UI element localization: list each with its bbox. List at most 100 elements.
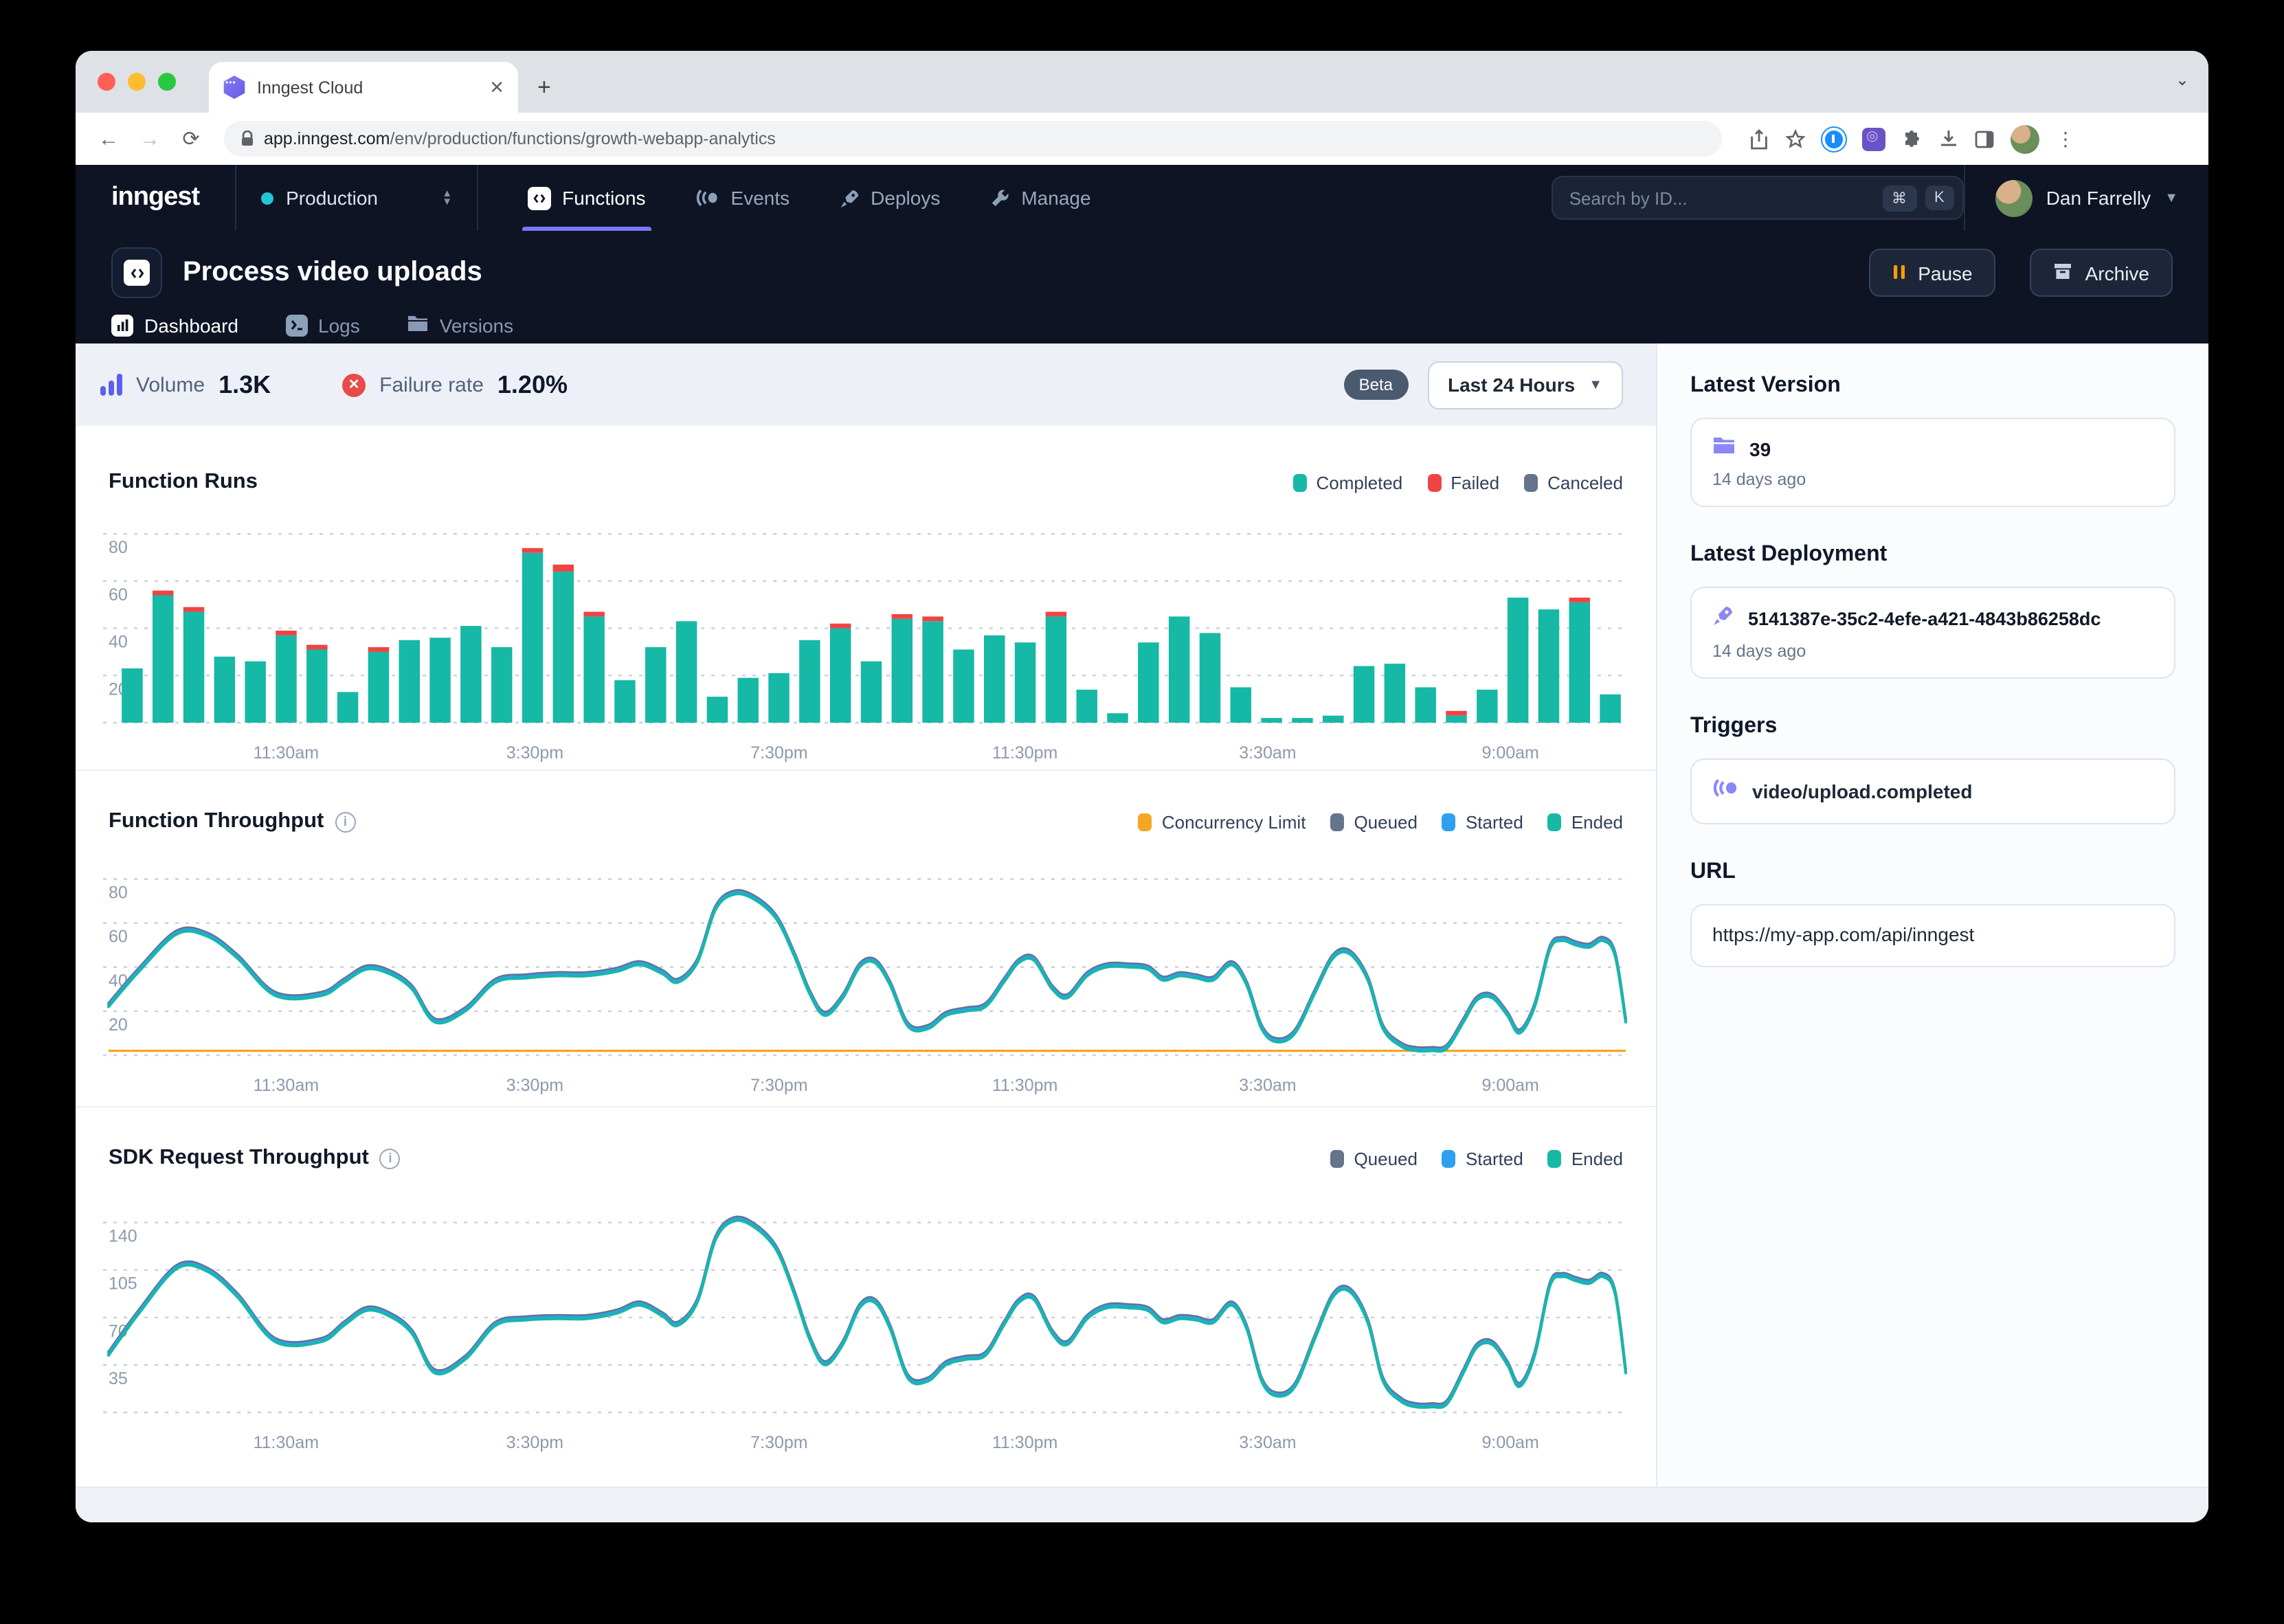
archive-label: Archive xyxy=(2085,262,2149,284)
cmd-key-badge: ⌘ xyxy=(1882,185,1916,211)
events-icon xyxy=(695,188,720,207)
chevron-down-icon: ▼ xyxy=(2164,190,2178,205)
rocket-icon xyxy=(1712,605,1734,633)
legend-label: Ended xyxy=(1571,1148,1623,1169)
bookmark-star-icon[interactable] xyxy=(1785,128,1806,149)
nav-item-label: Manage xyxy=(1021,187,1090,209)
latest-deployment-value: 5141387e-35c2-4efe-a421-4843b86258dc xyxy=(1748,609,2101,629)
function-runs-legend: Completed Failed Canceled xyxy=(1293,472,1623,493)
nav-item-events[interactable]: Events xyxy=(676,165,809,231)
event-trigger-icon xyxy=(1712,778,1738,805)
legend-item-failed[interactable]: Failed xyxy=(1427,472,1499,493)
function-runs-block: Function Runs Completed Failed Canceled … xyxy=(76,426,1656,769)
legend-item-started[interactable]: Started xyxy=(1442,811,1523,832)
lock-icon xyxy=(240,131,254,147)
url-card: https://my-app.com/api/inngest xyxy=(1690,904,2175,967)
svg-text:3:30am: 3:30am xyxy=(1239,1076,1296,1095)
minimize-window-button[interactable] xyxy=(128,73,146,91)
charts-column: Volume 1.3K ✕ Failure rate 1.20% Beta La… xyxy=(76,343,1656,1487)
legend-item-completed[interactable]: Completed xyxy=(1293,472,1403,493)
svg-text:3:30pm: 3:30pm xyxy=(506,743,563,763)
pause-button[interactable]: Pause xyxy=(1868,249,1995,297)
search-box[interactable]: ⌘ K xyxy=(1552,176,1964,220)
failure-rate-label: Failure rate xyxy=(379,373,484,396)
maximize-window-button[interactable] xyxy=(158,73,176,91)
trigger-value: video/upload.completed xyxy=(1752,780,1973,802)
svg-text:11:30pm: 11:30pm xyxy=(992,743,1057,763)
legend-item-canceled[interactable]: Canceled xyxy=(1524,472,1623,493)
inngest-favicon-icon xyxy=(223,76,246,99)
svg-text:11:30am: 11:30am xyxy=(254,743,319,763)
latest-version-card: 39 14 days ago xyxy=(1690,418,2175,507)
latest-version-heading: Latest Version xyxy=(1690,374,2175,398)
svg-text:60: 60 xyxy=(109,585,128,605)
address-bar[interactable]: app.inngest.com/env/production/functions… xyxy=(224,121,1722,157)
browser-tab[interactable]: Inngest Cloud ✕ xyxy=(209,62,518,113)
divider xyxy=(477,165,478,231)
inngest-logo[interactable]: inngest xyxy=(76,183,235,213)
latest-deployment-card[interactable]: 5141387e-35c2-4efe-a421-4843b86258dc 14 … xyxy=(1690,587,2175,679)
nav-item-manage[interactable]: Manage xyxy=(970,165,1110,231)
triggers-heading: Triggers xyxy=(1690,714,2175,739)
content-area: Volume 1.3K ✕ Failure rate 1.20% Beta La… xyxy=(76,343,2208,1487)
tab-close-icon[interactable]: ✕ xyxy=(489,76,504,98)
chevron-down-icon: ▼ xyxy=(1589,377,1602,392)
url-host: app.inngest.com xyxy=(264,129,390,148)
onepassword-extension-icon[interactable] xyxy=(1822,127,1846,150)
back-button[interactable]: ← xyxy=(92,127,125,150)
legend-item-ended[interactable]: Ended xyxy=(1548,1148,1623,1169)
user-name: Dan Farrelly xyxy=(2046,187,2151,209)
browser-toolbar: ← → ⟳ app.inngest.com/env/production/fun… xyxy=(76,113,2208,165)
legend-item-started[interactable]: Started xyxy=(1442,1148,1523,1169)
svg-text:11:30am: 11:30am xyxy=(254,1076,319,1095)
url-heading: URL xyxy=(1690,860,2175,885)
nav-item-deploys[interactable]: Deploys xyxy=(820,165,959,231)
legend-label: Ended xyxy=(1571,811,1623,832)
tab-search-chevron-icon[interactable]: ⌄ xyxy=(2175,70,2189,89)
window-controls xyxy=(98,73,176,91)
sidepanel-icon[interactable] xyxy=(1975,130,1994,148)
share-icon[interactable] xyxy=(1749,128,1769,149)
legend-item-ended[interactable]: Ended xyxy=(1548,811,1623,832)
legend-swatch xyxy=(1330,813,1344,831)
volume-stat: Volume 1.3K xyxy=(100,370,271,399)
user-menu[interactable]: Dan Farrelly ▼ xyxy=(1965,165,2208,231)
environment-selector[interactable]: Production ▲▼ xyxy=(236,187,477,209)
nav-item-functions[interactable]: Functions xyxy=(508,165,664,231)
sdk-throughput-legend: Queued Started Ended xyxy=(1330,1148,1623,1169)
sdk-request-throughput-chart: 357010514011:30am3:30pm7:30pm11:30pm3:30… xyxy=(98,1184,1634,1459)
time-range-select[interactable]: Last 24 Hours ▼ xyxy=(1427,361,1623,409)
extensions-puzzle-icon[interactable] xyxy=(1902,128,1923,149)
info-icon[interactable]: i xyxy=(335,811,355,832)
pause-icon xyxy=(1892,262,1905,284)
screenshot-stage: Inngest Cloud ✕ + ⌄ ← → ⟳ app.inngest.co… xyxy=(0,0,2284,1624)
failure-x-icon: ✕ xyxy=(342,373,366,396)
search-input[interactable] xyxy=(1569,188,1874,208)
info-icon[interactable]: i xyxy=(380,1148,401,1169)
legend-swatch xyxy=(1524,473,1538,491)
new-tab-button[interactable]: + xyxy=(537,74,551,102)
close-window-button[interactable] xyxy=(98,73,115,91)
browser-profile-avatar[interactable] xyxy=(2011,124,2039,153)
svg-text:140: 140 xyxy=(109,1227,137,1246)
legend-swatch xyxy=(1293,473,1307,491)
environment-label: Production xyxy=(286,187,429,209)
svg-text:60: 60 xyxy=(109,927,128,947)
page-bottom-strip xyxy=(76,1487,2208,1522)
tab-title: Inngest Cloud xyxy=(257,78,478,97)
archive-button[interactable]: Archive xyxy=(2030,249,2173,297)
forward-button[interactable]: → xyxy=(133,127,166,150)
reload-button[interactable]: ⟳ xyxy=(175,126,208,151)
legend-swatch xyxy=(1330,1149,1344,1167)
browser-menu-icon[interactable]: ⋮ xyxy=(2056,127,2075,150)
svg-text:9:00am: 9:00am xyxy=(1481,1433,1538,1452)
nav-items: Functions Events Deploys Manage xyxy=(508,165,1110,231)
k-key-badge: K xyxy=(1925,185,1954,210)
legend-item-queued[interactable]: Queued xyxy=(1330,1148,1418,1169)
purple-extension-icon[interactable] xyxy=(1862,127,1885,150)
downloads-icon[interactable] xyxy=(1939,129,1958,148)
nav-item-label: Events xyxy=(731,187,790,209)
legend-item-queued[interactable]: Queued xyxy=(1330,811,1418,832)
beta-badge: Beta xyxy=(1344,370,1408,400)
legend-item-concurrency-limit[interactable]: Concurrency Limit xyxy=(1139,811,1306,832)
